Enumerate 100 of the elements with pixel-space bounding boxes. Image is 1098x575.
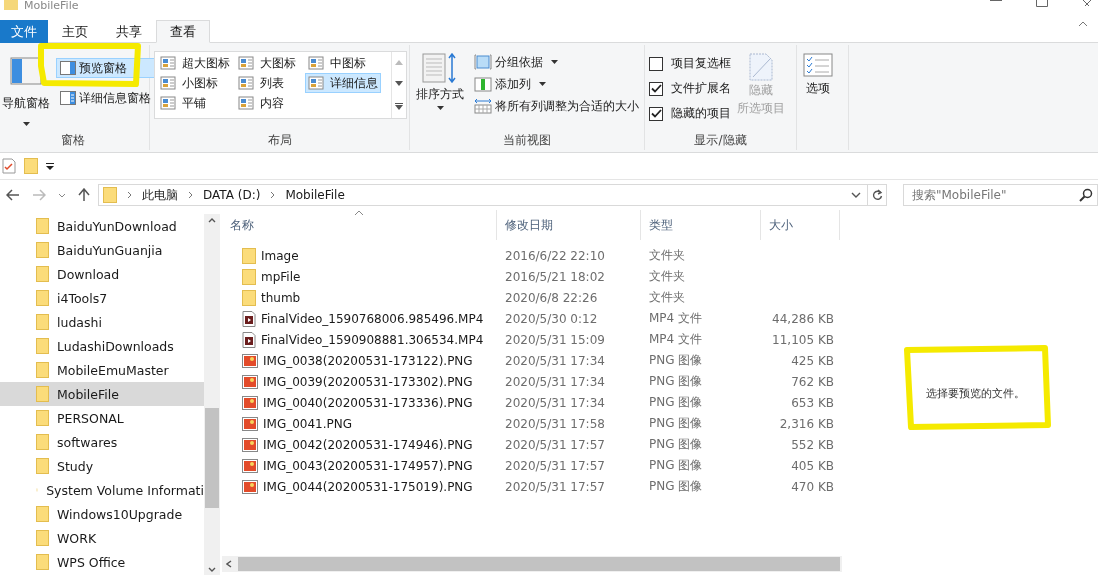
ribbon-tab[interactable]: 共享 <box>102 20 156 43</box>
caret-icon <box>436 106 444 110</box>
layout-option[interactable]: 大图标 <box>235 53 299 73</box>
folder-tree-item[interactable]: MobileEmuMaster <box>0 358 204 382</box>
layout-option[interactable]: 中图标 <box>305 53 369 73</box>
maximize-icon[interactable] <box>1036 0 1048 7</box>
folder-tree-item[interactable]: ludashi <box>0 310 204 334</box>
folder-tree-item[interactable]: WORK <box>0 526 204 550</box>
refresh-icon <box>871 189 883 201</box>
date-cell-text: 2016/6/22 22:10 <box>504 248 606 263</box>
image-file-icon <box>242 416 258 431</box>
recent-locations-icon[interactable] <box>58 192 66 198</box>
dropdown-icon[interactable] <box>851 192 861 198</box>
scrollbar[interactable] <box>222 556 842 572</box>
pane-icon <box>10 57 42 85</box>
image-file-icon <box>242 353 258 368</box>
column-header[interactable]: 大小 <box>761 210 840 240</box>
folder-tree-item[interactable]: Study <box>0 454 204 478</box>
properties-icon[interactable] <box>2 158 16 174</box>
customize-toolbar-icon[interactable] <box>46 162 54 170</box>
folder-tree-item[interactable]: MobileFile <box>0 382 204 406</box>
scroll-down-icon[interactable] <box>395 81 403 87</box>
folder-tree-item[interactable]: Windows10Upgrade <box>0 502 204 526</box>
breadcrumb[interactable]: DATA (D:) <box>203 188 261 202</box>
column-header[interactable]: 修改日期 <box>497 210 641 240</box>
add-columns-button[interactable]: 添加列 <box>470 74 643 94</box>
minimize-icon[interactable] <box>990 0 1002 2</box>
collapse-ribbon-icon[interactable] <box>1078 21 1088 27</box>
details-pane-button[interactable]: 详细信息窗格 <box>56 88 155 108</box>
column-header[interactable]: 类型 <box>641 210 761 240</box>
layout-option[interactable]: 列表 <box>235 73 287 93</box>
scroll-down-icon[interactable] <box>208 567 216 572</box>
file-name-cell[interactable]: Image <box>222 247 497 264</box>
columns-icon <box>474 76 492 92</box>
folder-icon <box>103 187 117 203</box>
folder-tree-item[interactable]: WPS Office <box>0 550 204 574</box>
preview-pane-button[interactable]: 预览窗格 <box>56 58 155 78</box>
scroll-up-icon[interactable] <box>208 218 216 223</box>
file-name-cell[interactable]: IMG_0042(20200531-174946).PNG <box>222 437 497 452</box>
folder-tree-item[interactable]: BaiduYunDownload <box>0 214 204 238</box>
folder-tree-item[interactable]: PERSONAL <box>0 406 204 430</box>
option-checkbox[interactable]: 文件扩展名 <box>649 77 731 100</box>
folder-tree-item[interactable]: i4Tools7 <box>0 286 204 310</box>
file-name-cell[interactable]: IMG_0044(20200531-175019).PNG <box>222 479 497 494</box>
type-cell-text: 文件夹 <box>648 247 686 264</box>
expand-gallery-icon[interactable] <box>395 102 403 110</box>
size-columns-button[interactable]: 将所有列调整为合适的大小 <box>470 96 643 116</box>
folder-tree-item[interactable]: Download <box>0 262 204 286</box>
size-cell-text: 470 KB <box>790 479 835 494</box>
chevron-icon[interactable] <box>188 191 193 199</box>
chevron-icon[interactable] <box>270 191 276 199</box>
size-cell-text: 11,105 KB <box>771 332 835 347</box>
group-label: 窗格 <box>59 132 86 148</box>
group-by-button[interactable]: 分组依据 <box>470 52 643 72</box>
up-icon[interactable] <box>78 188 90 202</box>
folder-icon <box>36 530 49 546</box>
scrollbar[interactable] <box>204 214 220 575</box>
scrollbar-thumb[interactable] <box>238 557 840 571</box>
close-icon[interactable] <box>1082 0 1092 6</box>
column-header[interactable]: 名称 <box>222 210 497 240</box>
ribbon-tab[interactable]: 主页 <box>48 20 102 43</box>
folder-tree-item[interactable]: softwares <box>0 430 204 454</box>
file-name-cell[interactable]: FinalVideo_1590768006.985496.MP4 <box>222 310 497 327</box>
ribbon-tab[interactable]: 查看 <box>156 20 210 43</box>
layout-option[interactable]: 平铺 <box>157 93 209 113</box>
scrollbar-thumb[interactable] <box>205 408 219 508</box>
option-checkbox[interactable]: 隐藏的项目 <box>649 102 731 125</box>
address-bar[interactable]: 此电脑 DATA (D:) MobileFile <box>98 184 868 206</box>
back-icon[interactable] <box>6 189 20 201</box>
layout-option[interactable]: 小图标 <box>157 73 221 93</box>
file-name-cell[interactable]: thumb <box>222 289 497 306</box>
pane-icon <box>60 61 76 75</box>
ribbon-tab[interactable]: 文件 <box>0 20 48 43</box>
folder-tree-item[interactable]: LudashiDownloads <box>0 334 204 358</box>
file-name-cell[interactable]: IMG_0041.PNG <box>222 416 497 431</box>
layout-option[interactable]: 内容 <box>235 93 287 113</box>
view-icon <box>238 76 254 90</box>
file-name-cell[interactable]: mpFile <box>222 268 497 285</box>
search-field[interactable]: 搜索"MobileFile" <box>903 184 1098 206</box>
folder-tree-item[interactable]: BaiduYunGuanjia <box>0 238 204 262</box>
folder-tree-item[interactable]: System Volume Informati <box>0 478 204 502</box>
layout-option[interactable]: 超大图标 <box>157 53 233 73</box>
file-name-cell[interactable]: IMG_0038(20200531-173122).PNG <box>222 353 497 368</box>
layout-option[interactable]: 详细信息 <box>305 73 381 93</box>
chevron-icon[interactable] <box>127 191 132 199</box>
search-icon[interactable] <box>1079 188 1093 202</box>
refresh-button[interactable] <box>867 184 887 206</box>
file-name-cell[interactable]: IMG_0039(20200531-173302).PNG <box>222 374 497 389</box>
breadcrumb[interactable]: 此电脑 <box>142 186 178 204</box>
date-cell-text: 2020/5/31 15:09 <box>504 332 606 347</box>
scroll-left-icon[interactable] <box>226 560 232 568</box>
file-name-cell[interactable]: IMG_0043(20200531-174957).PNG <box>222 458 497 473</box>
option-checkbox[interactable]: 项目复选框 <box>649 52 731 75</box>
sort-by-button[interactable]: 排序方式 <box>414 48 466 132</box>
breadcrumb[interactable]: MobileFile <box>285 188 345 202</box>
navigation-pane-button[interactable]: 导航窗格 <box>0 48 52 132</box>
folder-icon <box>36 338 49 354</box>
file-name-cell[interactable]: IMG_0040(20200531-173336).PNG <box>222 395 497 410</box>
options-button[interactable]: 选项 <box>801 48 835 148</box>
file-name-cell[interactable]: FinalVideo_1590908881.306534.MP4 <box>222 331 497 348</box>
